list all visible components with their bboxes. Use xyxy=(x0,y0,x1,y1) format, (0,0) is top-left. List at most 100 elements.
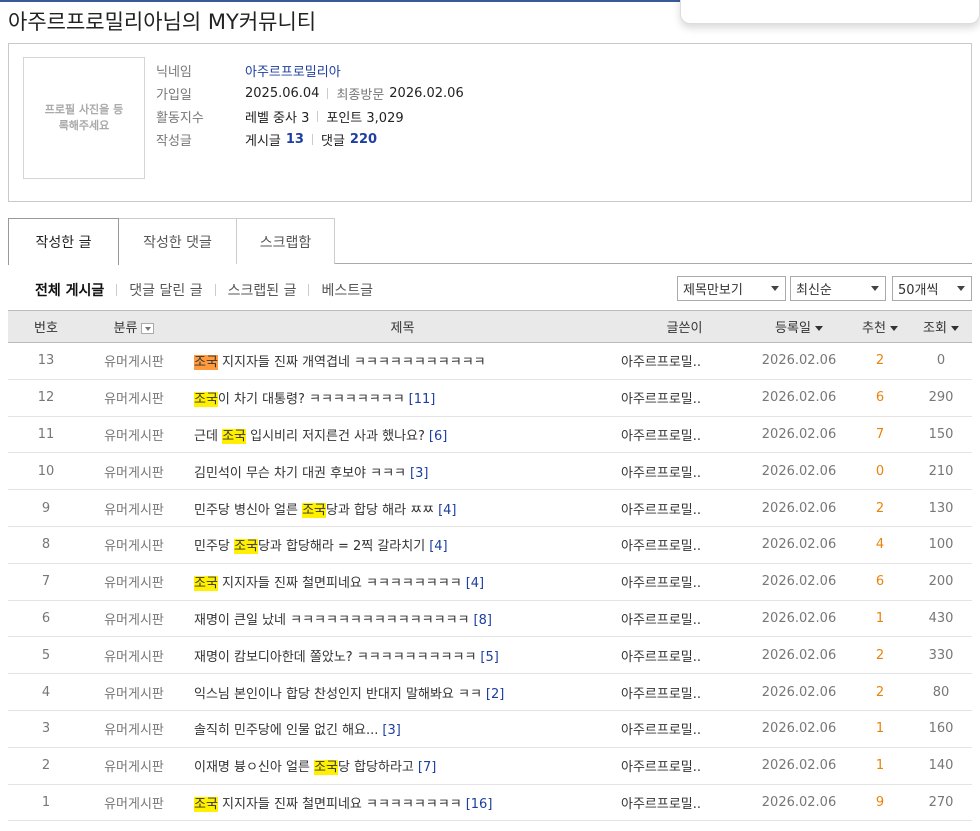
row-title[interactable]: 솔직히 민주당에 인물 없긴 해요... [3] xyxy=(184,710,621,747)
filter-commented-posts[interactable]: 댓글 달린 글 xyxy=(129,280,202,300)
title-text-post[interactable]: 당과 합당해라 = 2찍 갈라치기 xyxy=(258,539,425,554)
row-author[interactable]: 아주르프로밀.. xyxy=(621,526,748,563)
row-category[interactable]: 유머게시판 xyxy=(84,379,184,416)
row-title[interactable]: 조국 지지자들 진짜 철면피네요 ㅋㅋㅋㅋㅋㅋㅋㅋ [4] xyxy=(184,563,621,600)
title-highlight[interactable]: 조국 xyxy=(194,796,218,812)
table-row[interactable]: 7 유머게시판 조국 지지자들 진짜 철면피네요 ㅋㅋㅋㅋㅋㅋㅋㅋ [4] 아주르프로밀… xyxy=(8,563,972,601)
row-category[interactable]: 유머게시판 xyxy=(84,490,184,527)
col-views[interactable]: 조회 xyxy=(910,311,972,343)
comment-count[interactable]: [11] xyxy=(409,392,436,407)
row-category[interactable]: 유머게시판 xyxy=(84,710,184,747)
row-author[interactable]: 아주르프로밀.. xyxy=(621,600,748,637)
row-title[interactable]: 김민석이 무슨 차기 대권 후보야 ㅋㅋㅋ [3] xyxy=(184,453,621,490)
view-mode-select[interactable]: 제목만보기 xyxy=(677,276,786,301)
row-title[interactable]: 조국 지지자들 진짜 개역겹네 ㅋㅋㅋㅋㅋㅋㅋㅋㅋㅋㅋ xyxy=(184,343,621,380)
row-category[interactable]: 유머게시판 xyxy=(84,343,184,380)
row-author[interactable]: 아주르프로밀.. xyxy=(621,710,748,747)
comment-count[interactable]: [7] xyxy=(418,760,436,775)
row-title[interactable]: 근데 조국 입시비리 저지른건 사과 했나요? [6] xyxy=(184,416,621,453)
row-title[interactable]: 조국이 차기 대통령? ㅋㅋㅋㅋㅋㅋㅋㅋ [11] xyxy=(184,379,621,416)
row-category[interactable]: 유머게시판 xyxy=(84,674,184,711)
row-category[interactable]: 유머게시판 xyxy=(84,784,184,821)
row-title[interactable]: 재명이 캄보디아한데 쫄았노? ㅋㅋㅋㅋㅋㅋㅋㅋㅋㅋ [5] xyxy=(184,637,621,674)
col-date[interactable]: 등록일 xyxy=(748,311,850,343)
title-text-pre[interactable]: 김민석이 무슨 차기 대권 후보야 ㅋㅋㅋ xyxy=(194,466,406,481)
title-text-post[interactable]: 당과 합당 해라 ㅉㅉ xyxy=(326,503,434,518)
row-author[interactable]: 아주르프로밀.. xyxy=(621,747,748,784)
row-title[interactable]: 민주당 조국당과 합당해라 = 2찍 갈라치기 [4] xyxy=(184,526,621,563)
title-text-pre[interactable]: 재명이 큰일 났네 ㅋㅋㅋㅋㅋㅋㅋㅋㅋㅋㅋㅋㅋㅋㅋ xyxy=(194,613,470,628)
filter-best-posts[interactable]: 베스트글 xyxy=(321,280,373,300)
title-text-post[interactable]: 입시비리 저지른건 사과 했나요? xyxy=(246,429,425,444)
row-title[interactable]: 이재명 븅ㅇ신아 얼른 조국당 합당하라고 [7] xyxy=(184,747,621,784)
table-row[interactable]: 3 유머게시판 솔직히 민주당에 인물 없긴 해요... [3] 아주르프로밀.. 202… xyxy=(8,710,972,748)
comment-count[interactable]: [16] xyxy=(466,797,493,812)
title-text-pre[interactable]: 이재명 븅ㅇ신아 얼른 xyxy=(194,760,314,775)
table-row[interactable]: 8 유머게시판 민주당 조국당과 합당해라 = 2찍 갈라치기 [4] 아주르프로밀..… xyxy=(8,526,972,564)
row-category[interactable]: 유머게시판 xyxy=(84,526,184,563)
title-text-pre[interactable]: 익스님 본인이나 합당 찬성인지 반대지 말해봐요 ㅋㅋ xyxy=(194,687,482,702)
nickname-value[interactable]: 아주르프로밀리아 xyxy=(245,61,341,80)
title-text-post[interactable]: 당 합당하라고 xyxy=(338,760,414,775)
per-page-select[interactable]: 50개씩 xyxy=(892,276,972,301)
title-highlight[interactable]: 조국 xyxy=(222,428,246,444)
table-row[interactable]: 5 유머게시판 재명이 캄보디아한데 쫄았노? ㅋㅋㅋㅋㅋㅋㅋㅋㅋㅋ [5] 아주르프로… xyxy=(8,637,972,674)
table-row[interactable]: 10 유머게시판 김민석이 무슨 차기 대권 후보야 ㅋㅋㅋ [3] 아주르프로밀.. 2… xyxy=(8,453,972,490)
row-author[interactable]: 아주르프로밀.. xyxy=(621,637,748,674)
row-author[interactable]: 아주르프로밀.. xyxy=(621,379,748,416)
comment-count[interactable]: [4] xyxy=(466,576,484,591)
row-author[interactable]: 아주르프로밀.. xyxy=(621,784,748,821)
col-category[interactable]: 분류 xyxy=(84,311,184,343)
title-text-pre[interactable]: 솔직히 민주당에 인물 없긴 해요... xyxy=(194,723,378,738)
tab-written-comments[interactable]: 작성한 댓글 xyxy=(118,218,237,264)
comment-count[interactable]: [8] xyxy=(474,613,492,628)
comment-count[interactable]: [3] xyxy=(382,723,400,738)
row-title[interactable]: 조국 지지자들 진짜 철면피네요 ㅋㅋㅋㅋㅋㅋㅋㅋ [16] xyxy=(184,784,621,821)
row-title[interactable]: 재명이 큰일 났네 ㅋㅋㅋㅋㅋㅋㅋㅋㅋㅋㅋㅋㅋㅋㅋ [8] xyxy=(184,600,621,637)
title-highlight[interactable]: 조국 xyxy=(302,502,326,518)
comment-count[interactable]: [2] xyxy=(486,687,504,702)
title-text-post[interactable]: 지지자들 진짜 개역겹네 ㅋㅋㅋㅋㅋㅋㅋㅋㅋㅋㅋ xyxy=(218,355,486,370)
title-text-post[interactable]: 지지자들 진짜 철면피네요 ㅋㅋㅋㅋㅋㅋㅋㅋ xyxy=(218,797,462,812)
title-text-pre[interactable]: 재명이 캄보디아한데 쫄았노? ㅋㅋㅋㅋㅋㅋㅋㅋㅋㅋ xyxy=(194,650,476,665)
title-text-pre[interactable]: 민주당 병신아 얼른 xyxy=(194,503,302,518)
comment-count[interactable]: [3] xyxy=(410,466,428,481)
filter-scrapped-posts[interactable]: 스크랩된 글 xyxy=(228,280,297,300)
comment-count[interactable]: [4] xyxy=(438,503,456,518)
row-title[interactable]: 익스님 본인이나 합당 찬성인지 반대지 말해봐요 ㅋㅋ [2] xyxy=(184,674,621,711)
title-highlight[interactable]: 조국 xyxy=(194,355,218,371)
sort-select[interactable]: 최신순 xyxy=(790,276,886,301)
table-row[interactable]: 11 유머게시판 근데 조국 입시비리 저지른건 사과 했나요? [6] 아주르프로밀.… xyxy=(8,416,972,453)
category-dropdown-icon[interactable] xyxy=(141,323,155,334)
title-text-post[interactable]: 이 차기 대통령? ㅋㅋㅋㅋㅋㅋㅋㅋ xyxy=(218,392,405,407)
comment-count[interactable]: [4] xyxy=(429,539,447,554)
row-author[interactable]: 아주르프로밀.. xyxy=(621,674,748,711)
row-author[interactable]: 아주르프로밀.. xyxy=(621,343,748,380)
tab-written-posts[interactable]: 작성한 글 xyxy=(8,218,119,265)
title-text-post[interactable]: 지지자들 진짜 철면피네요 ㅋㅋㅋㅋㅋㅋㅋㅋ xyxy=(218,576,462,591)
title-highlight[interactable]: 조국 xyxy=(194,392,218,408)
table-row[interactable]: 12 유머게시판 조국이 차기 대통령? ㅋㅋㅋㅋㅋㅋㅋㅋ [11] 아주르프로밀.. 2… xyxy=(8,379,972,417)
filter-all-posts[interactable]: 전체 게시글 xyxy=(35,280,104,300)
table-row[interactable]: 13 유머게시판 조국 지지자들 진짜 개역겹네 ㅋㅋㅋㅋㅋㅋㅋㅋㅋㅋㅋ 아주르프로밀… xyxy=(8,343,972,380)
comment-count[interactable]: [6] xyxy=(429,429,447,444)
row-author[interactable]: 아주르프로밀.. xyxy=(621,416,748,453)
row-category[interactable]: 유머게시판 xyxy=(84,563,184,600)
table-row[interactable]: 6 유머게시판 재명이 큰일 났네 ㅋㅋㅋㅋㅋㅋㅋㅋㅋㅋㅋㅋㅋㅋㅋ [8] 아주르프로밀… xyxy=(8,600,972,637)
row-category[interactable]: 유머게시판 xyxy=(84,747,184,784)
title-text-pre[interactable]: 민주당 xyxy=(194,539,234,554)
tab-scraps[interactable]: 스크랩함 xyxy=(236,218,335,264)
profile-photo-placeholder[interactable]: 프로필 사진을 등록해주세요 xyxy=(23,57,145,179)
comments-count[interactable]: 220 xyxy=(350,132,377,147)
title-text-pre[interactable]: 근데 xyxy=(194,429,222,444)
table-row[interactable]: 9 유머게시판 민주당 병신아 얼른 조국당과 합당 해라 ㅉㅉ [4] 아주르프로밀.… xyxy=(8,490,972,527)
row-author[interactable]: 아주르프로밀.. xyxy=(621,563,748,600)
title-highlight[interactable]: 조국 xyxy=(314,760,338,776)
row-category[interactable]: 유머게시판 xyxy=(84,416,184,453)
table-row[interactable]: 2 유머게시판 이재명 븅ㅇ신아 얼른 조국당 합당하라고 [7] 아주르프로밀.. 20… xyxy=(8,747,972,785)
comment-count[interactable]: [5] xyxy=(480,650,498,665)
table-row[interactable]: 1 유머게시판 조국 지지자들 진짜 철면피네요 ㅋㅋㅋㅋㅋㅋㅋㅋ [16] 아주르프로… xyxy=(8,784,972,821)
row-category[interactable]: 유머게시판 xyxy=(84,600,184,637)
row-author[interactable]: 아주르프로밀.. xyxy=(621,453,748,490)
title-highlight[interactable]: 조국 xyxy=(194,576,218,592)
